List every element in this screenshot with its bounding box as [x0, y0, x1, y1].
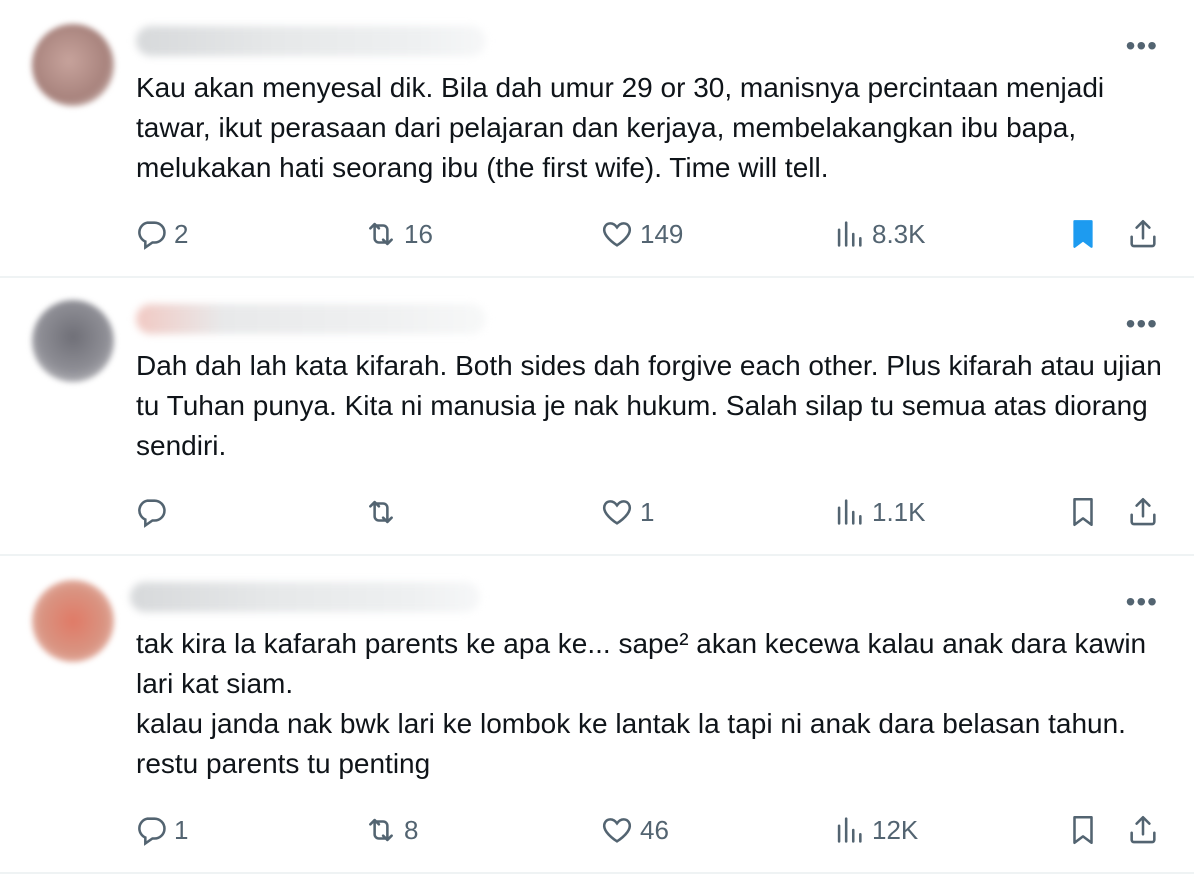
retweet-icon	[369, 222, 393, 246]
like-button[interactable]: 1	[600, 492, 654, 532]
reply-button[interactable]	[134, 492, 174, 532]
tweet-text: Kau akan menyesal dik. Bila dah umur 29 …	[136, 72, 1112, 183]
author-name-redacted[interactable]	[136, 26, 486, 56]
avatar[interactable]	[32, 300, 114, 382]
reply-button[interactable]: 2	[134, 214, 188, 254]
reply-feed: ••• Kau akan menyesal dik. Bila dah umur…	[0, 0, 1194, 876]
retweet-icon	[369, 818, 393, 842]
like-count: 46	[640, 814, 669, 845]
views-button[interactable]: 1.1K	[832, 492, 926, 532]
like-count: 1	[640, 496, 655, 527]
reply-icon	[138, 499, 166, 528]
more-options-button[interactable]: •••	[1126, 588, 1158, 616]
share-button[interactable]	[1126, 214, 1160, 254]
reply-icon	[138, 817, 166, 846]
bookmark-button[interactable]	[1066, 492, 1100, 532]
avatar[interactable]	[32, 580, 114, 662]
views-button[interactable]: 8.3K	[832, 214, 926, 254]
action-bar: 1 8 46 12K	[0, 810, 1194, 850]
tweet[interactable]: ••• Kau akan menyesal dik. Bila dah umur…	[0, 0, 1194, 278]
like-button[interactable]: 149	[600, 214, 683, 254]
avatar[interactable]	[32, 24, 114, 106]
heart-icon	[602, 500, 632, 525]
action-bar: 1 1.1K	[0, 492, 1194, 532]
share-icon	[1130, 497, 1156, 526]
bookmark-icon	[1073, 497, 1093, 527]
more-options-button[interactable]: •••	[1126, 32, 1158, 60]
author-name-redacted[interactable]	[136, 304, 486, 334]
view-count: 8.3K	[872, 218, 926, 249]
heart-icon	[602, 818, 632, 843]
more-options-button[interactable]: •••	[1126, 310, 1158, 338]
analytics-icon	[837, 817, 862, 843]
tweet[interactable]: ••• Dah dah lah kata kifarah. Both sides…	[0, 278, 1194, 556]
bookmark-button[interactable]	[1066, 810, 1100, 850]
retweet-count: 16	[404, 218, 433, 249]
views-button[interactable]: 12K	[832, 810, 918, 850]
retweet-button[interactable]: 8	[364, 810, 418, 850]
author-name-redacted[interactable]	[130, 582, 480, 612]
tweet-text: tak kira la kafarah parents ke apa ke...…	[136, 628, 1147, 779]
reply-button[interactable]: 1	[134, 810, 188, 850]
analytics-icon	[837, 221, 862, 247]
view-count: 1.1K	[872, 496, 926, 527]
bookmark-filled-icon	[1073, 220, 1093, 248]
share-icon	[1130, 219, 1156, 248]
retweet-count: 8	[404, 814, 419, 845]
bookmark-button[interactable]	[1066, 214, 1100, 254]
heart-icon	[602, 222, 632, 247]
retweet-button[interactable]	[364, 492, 404, 532]
analytics-icon	[837, 499, 862, 525]
retweet-button[interactable]: 16	[364, 214, 433, 254]
share-icon	[1130, 815, 1156, 844]
view-count: 12K	[872, 814, 919, 845]
reply-icon	[138, 221, 166, 250]
bookmark-icon	[1073, 815, 1093, 845]
reply-count: 2	[174, 218, 189, 249]
share-button[interactable]	[1126, 810, 1160, 850]
share-button[interactable]	[1126, 492, 1160, 532]
action-bar: 2 16 149 8.3K	[0, 214, 1194, 254]
like-count: 149	[640, 218, 684, 249]
retweet-icon	[369, 500, 393, 524]
tweet[interactable]: ••• tak kira la kafarah parents ke apa k…	[0, 556, 1194, 874]
tweet-text: Dah dah lah kata kifarah. Both sides dah…	[136, 350, 1170, 461]
reply-count: 1	[174, 814, 189, 845]
like-button[interactable]: 46	[600, 810, 669, 850]
